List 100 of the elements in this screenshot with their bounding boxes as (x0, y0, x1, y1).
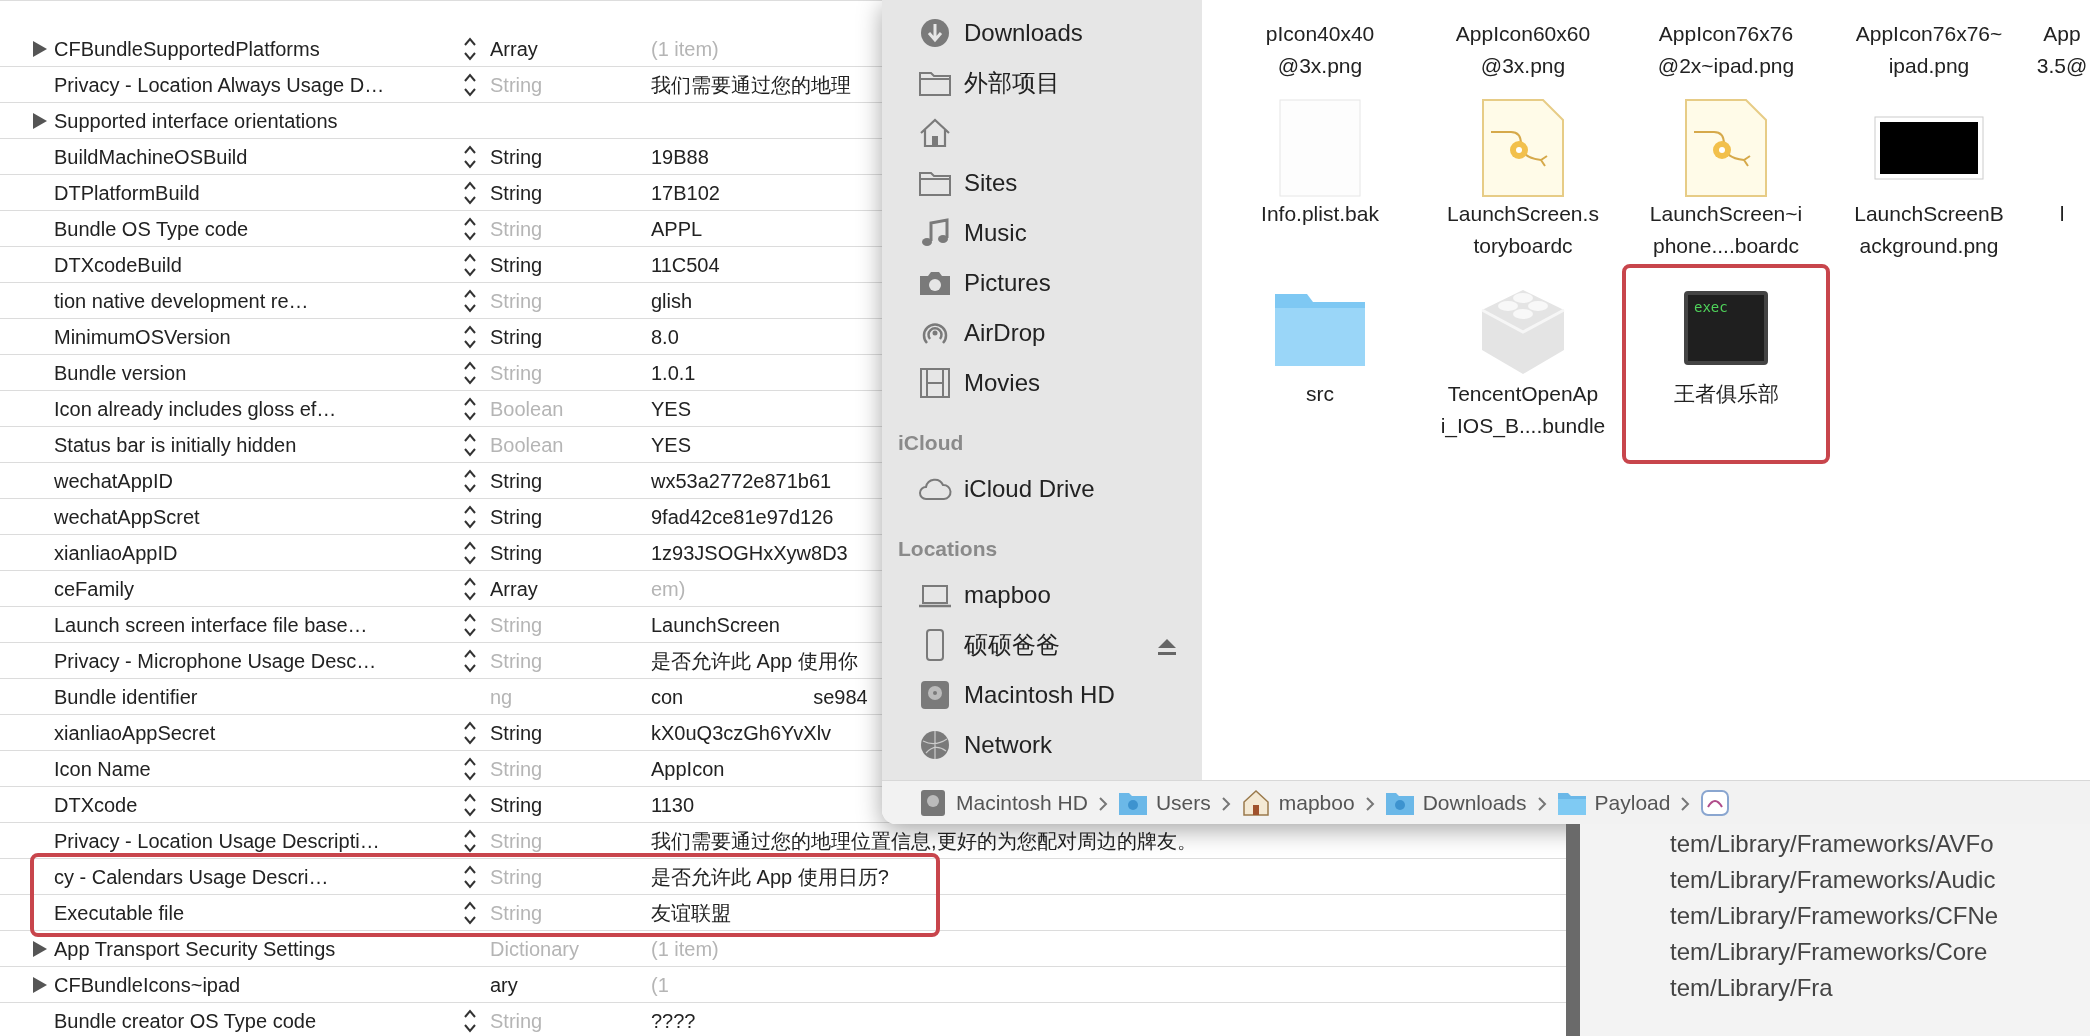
stepper-icon[interactable] (463, 467, 477, 494)
file-name[interactable]: AppIcon60x60 @3x.png (1455, 18, 1591, 82)
plist-type: String (490, 901, 543, 924)
stepper-icon[interactable] (463, 791, 477, 818)
plist-value: YES (651, 432, 692, 458)
plist-type: String (490, 469, 543, 492)
stepper-icon[interactable] (463, 575, 477, 602)
sidebar-item[interactable]: Sites (882, 158, 1202, 208)
plist-type: String (490, 541, 543, 564)
stepper-icon[interactable] (463, 431, 477, 458)
plist-type: String (490, 505, 543, 528)
sidebar-item[interactable]: Music (882, 208, 1202, 258)
file-name[interactable]: src (1306, 378, 1334, 410)
stepper-icon[interactable] (463, 35, 477, 62)
plist-key: Privacy - Location Always Usage D… (54, 73, 385, 96)
stepper-icon[interactable] (463, 503, 477, 530)
disclosure-triangle-icon[interactable] (32, 975, 48, 994)
plist-value: con (651, 684, 684, 710)
plist-key: Privacy - Location Usage Descripti… (54, 829, 380, 852)
sidebar-item[interactable]: mapboo (882, 570, 1202, 620)
sidebar-item[interactable]: Downloads (882, 8, 1202, 58)
stepper-icon[interactable] (463, 395, 477, 422)
eject-icon[interactable] (1156, 636, 1178, 657)
terminal-line: tem/Library/Frameworks/AVFo (1670, 829, 1995, 859)
plist-type: String (490, 793, 543, 816)
stepper-icon[interactable] (463, 251, 477, 278)
stepper-icon[interactable] (463, 863, 477, 890)
plist-key: App Transport Security Settings (54, 937, 336, 960)
file-name[interactable]: 王者俱乐部 (1673, 378, 1779, 410)
download-icon (918, 17, 952, 49)
plist-type: String (490, 73, 543, 96)
stepper-icon[interactable] (463, 215, 477, 242)
file-name[interactable]: Info.plist.bak (1261, 198, 1379, 230)
plist-type: String (490, 865, 543, 888)
stepper-icon[interactable] (463, 143, 477, 170)
stepper-icon[interactable] (463, 1007, 477, 1034)
plist-key: ceFamily (54, 577, 134, 600)
stepper-icon[interactable] (463, 755, 477, 782)
stepper-icon[interactable] (463, 647, 477, 674)
plist-type: String (490, 253, 543, 276)
disclosure-triangle-icon[interactable] (32, 939, 48, 958)
stepper-icon[interactable] (463, 719, 477, 746)
plist-key: Bundle version (54, 361, 187, 384)
plist-value: 1z93JSOGHxXyw8D3 (651, 540, 848, 566)
house-icon (1240, 788, 1271, 817)
file-name[interactable]: AppIcon76x76~ ipad.png (1855, 18, 2003, 82)
file-name[interactable]: AppIcon76x76 @2x~ipad.png (1657, 18, 1795, 82)
plist-key: Bundle identifier (54, 685, 198, 708)
stepper-icon[interactable] (463, 899, 477, 926)
sidebar-item[interactable]: 硕硕爸爸 (882, 620, 1202, 670)
plist-value: 17B102 (651, 180, 720, 206)
plist-value: 1.0.1 (651, 360, 696, 386)
plist-type: String (490, 145, 543, 168)
chevron-icon (1364, 796, 1375, 813)
stepper-icon[interactable] (463, 611, 477, 638)
film-icon (918, 367, 952, 399)
path-item[interactable]: Payload (1594, 786, 1671, 819)
globe-icon (918, 729, 952, 761)
sidebar-heading: Locations (898, 535, 998, 562)
disclosure-triangle-icon[interactable] (32, 39, 48, 58)
path-item[interactable]: mapboo (1278, 786, 1355, 819)
file-name[interactable]: pIcon40x40 @3x.png (1265, 18, 1375, 82)
path-item[interactable]: Downloads (1422, 786, 1527, 819)
stepper-icon[interactable] (463, 359, 477, 386)
file-name[interactable]: App 3.5@ (2036, 18, 2088, 82)
terminal-line: tem/Library/Fra (1670, 973, 1834, 1003)
stepper-icon[interactable] (463, 539, 477, 566)
plist-key: Icon Name (54, 757, 151, 780)
storyboard-file-icon (1481, 98, 1565, 198)
file-name[interactable]: TencentOpenAp i_IOS_B....bundle (1440, 378, 1606, 442)
file-name[interactable]: LaunchScreenB ackground.png (1854, 198, 2004, 262)
stepper-icon[interactable] (463, 287, 477, 314)
sidebar-item[interactable]: AirDrop (882, 308, 1202, 358)
file-name[interactable]: LaunchScreen.s toryboardc (1447, 198, 1599, 262)
sidebar-item[interactable]: 外部项目 (882, 58, 1202, 108)
plist-key: Bundle creator OS Type code (54, 1009, 316, 1032)
plist-value: em) (651, 576, 686, 602)
sidebar-item[interactable]: Movies (882, 358, 1202, 408)
stepper-icon[interactable] (463, 827, 477, 854)
file-name[interactable]: LaunchScreen~i phone....boardc (1649, 198, 1803, 262)
stepper-icon[interactable] (463, 323, 477, 350)
plist-type: String (490, 613, 543, 636)
path-item[interactable]: Users (1155, 786, 1211, 819)
sidebar-item[interactable]: iCloud Drive (882, 464, 1202, 514)
plist-key: wechatAppID (54, 469, 173, 492)
disclosure-triangle-icon[interactable] (32, 111, 48, 130)
plist-key: Bundle OS Type code (54, 217, 249, 240)
plist-value: wx53a2772e871b61 (651, 468, 832, 494)
plist-value: glish (651, 288, 693, 314)
house-icon (918, 117, 952, 149)
file-name[interactable]: l (2059, 198, 2065, 230)
sidebar-item[interactable]: Macintosh HD (882, 670, 1202, 720)
plist-key: Supported interface orientations (54, 109, 338, 132)
stepper-icon[interactable] (463, 71, 477, 98)
plist-type: ary (490, 973, 518, 996)
plist-key: wechatAppScret (54, 505, 200, 528)
sidebar-item[interactable]: Pictures (882, 258, 1202, 308)
stepper-icon[interactable] (463, 179, 477, 206)
sidebar-item[interactable]: Network (882, 720, 1202, 770)
path-item[interactable]: Macintosh HD (956, 786, 1088, 819)
